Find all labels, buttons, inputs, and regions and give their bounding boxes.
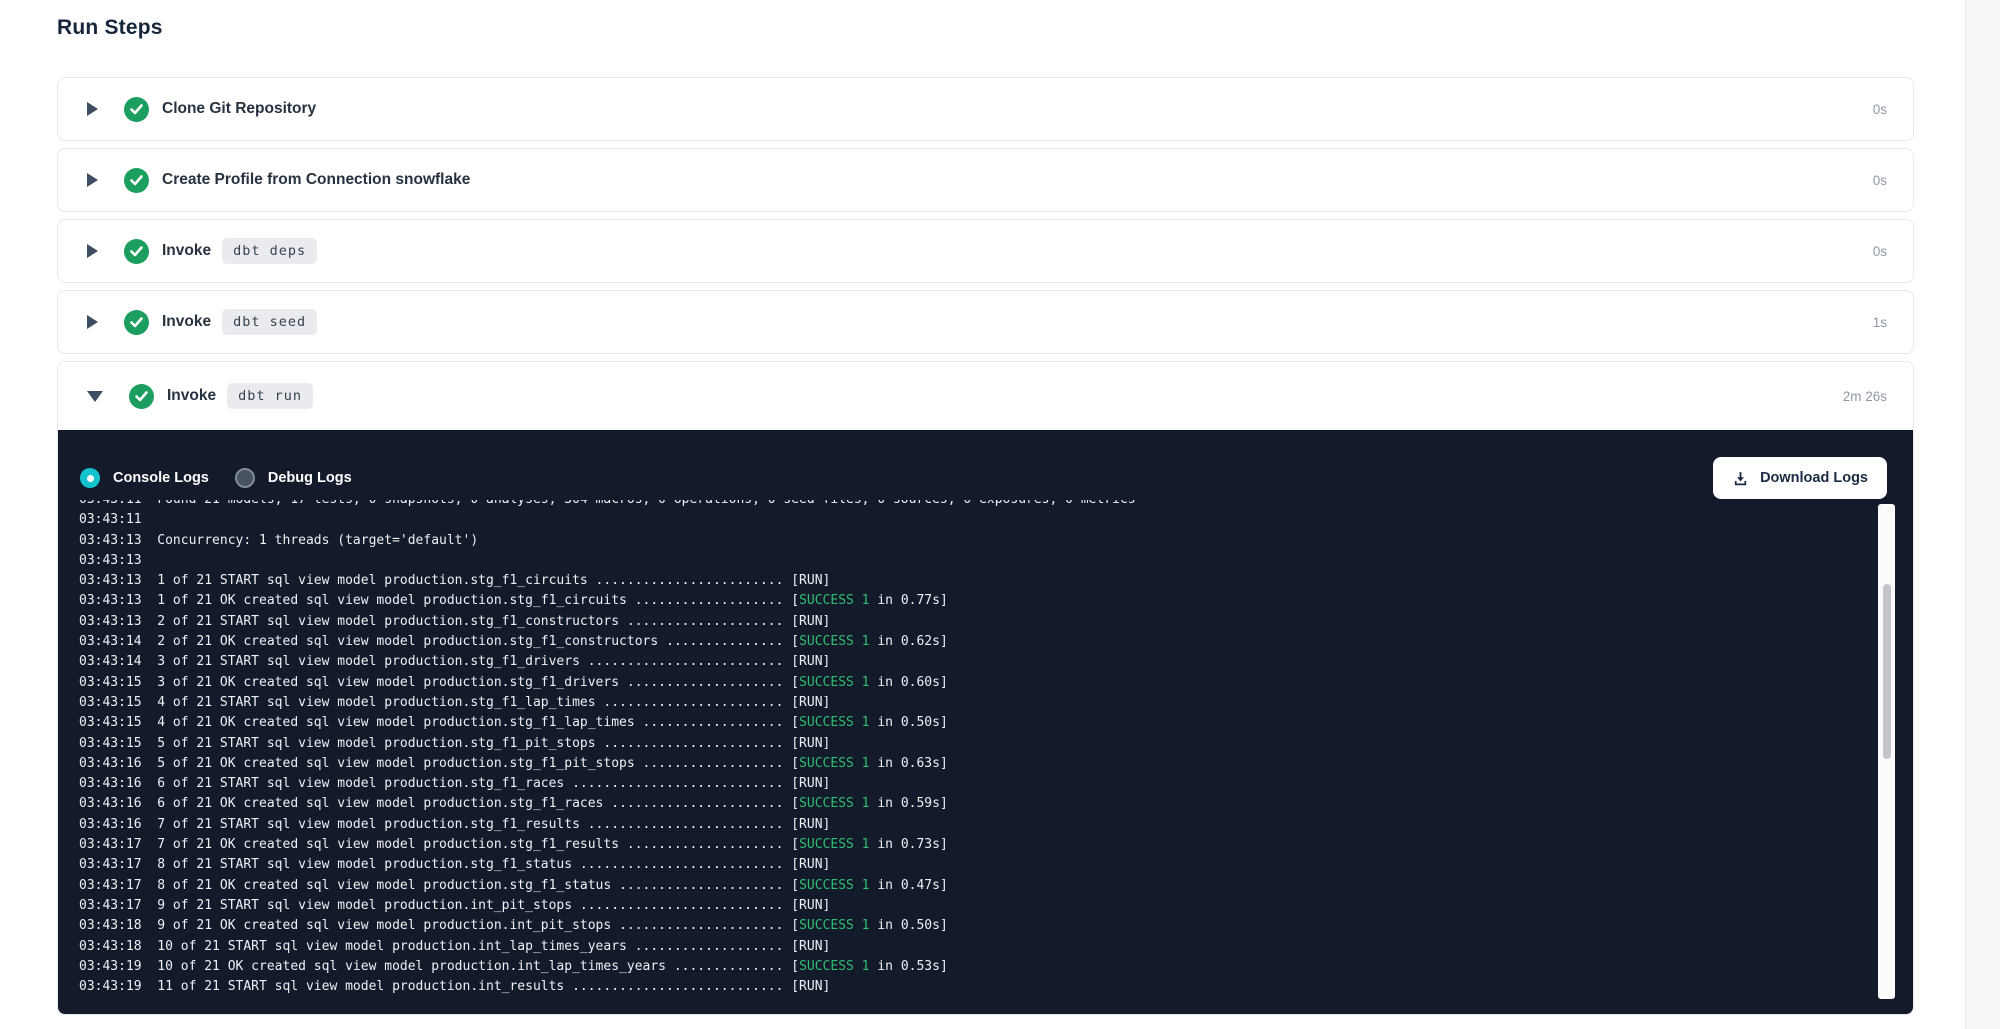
log-line: 03:43:13 1 of 21 START sql view model pr…: [79, 571, 1868, 591]
step-duration: 2m 26s: [1843, 389, 1887, 404]
log-viewport[interactable]: 03:43:11 Found 21 models, 17 tests, 0 sn…: [58, 500, 1868, 1015]
log-line: 03:43:15 4 of 21 START sql view model pr…: [79, 693, 1868, 713]
success-check-icon: [124, 97, 149, 122]
log-line: 03:43:17 8 of 21 OK created sql view mod…: [79, 876, 1868, 896]
radio-selected-icon[interactable]: [80, 468, 100, 488]
console-logs-radio[interactable]: Console Logs: [80, 468, 209, 488]
step-duration: 0s: [1873, 244, 1887, 259]
radio-unselected-icon[interactable]: [235, 468, 255, 488]
page-title: Run Steps: [57, 16, 163, 40]
log-line: 03:43:18 10 of 21 START sql view model p…: [79, 937, 1868, 957]
log-line: 03:43:13 2 of 21 START sql view model pr…: [79, 612, 1868, 632]
log-line: 03:43:15 5 of 21 START sql view model pr…: [79, 734, 1868, 754]
success-check-icon: [124, 239, 149, 264]
collapse-caret-icon[interactable]: [87, 391, 103, 402]
log-line: 03:43:16 5 of 21 OK created sql view mod…: [79, 754, 1868, 774]
console-logs-label: Console Logs: [113, 470, 209, 486]
step-card[interactable]: Invoke dbt deps 0s: [57, 219, 1914, 283]
step-card[interactable]: Create Profile from Connection snowflake…: [57, 148, 1914, 212]
step-card-dbt-run: Invoke dbt run 2m 26s Console Logs Debug…: [57, 361, 1914, 1015]
log-line: 03:43:14 3 of 21 START sql view model pr…: [79, 652, 1868, 672]
download-logs-label: Download Logs: [1760, 470, 1868, 486]
step-duration: 0s: [1873, 173, 1887, 188]
steps-list: Clone Git Repository 0s Create Profile f…: [57, 77, 1914, 1022]
log-panel-header: Console Logs Debug Logs Download Logs: [58, 430, 1913, 500]
log-line: 03:43:17 9 of 21 START sql view model pr…: [79, 896, 1868, 916]
debug-logs-radio[interactable]: Debug Logs: [235, 468, 352, 488]
scrollbar-thumb[interactable]: [1883, 584, 1891, 759]
step-card[interactable]: Invoke dbt seed 1s: [57, 290, 1914, 354]
log-line: 03:43:16 6 of 21 OK created sql view mod…: [79, 794, 1868, 814]
expand-caret-icon[interactable]: [87, 173, 98, 187]
log-line: 03:43:13 Concurrency: 1 threads (target=…: [79, 531, 1868, 551]
success-check-icon: [124, 168, 149, 193]
log-line: 03:43:13 1 of 21 OK created sql view mod…: [79, 591, 1868, 611]
expand-caret-icon[interactable]: [87, 102, 98, 116]
expand-caret-icon[interactable]: [87, 315, 98, 329]
step-title: Create Profile from Connection snowflake: [162, 171, 470, 189]
scrollbar-track[interactable]: [1878, 504, 1895, 999]
right-page-strip: [1965, 0, 2000, 1029]
log-line: 03:43:16 7 of 21 START sql view model pr…: [79, 815, 1868, 835]
success-check-icon: [129, 384, 154, 409]
step-title: Invoke: [162, 313, 211, 331]
step-title: Clone Git Repository: [162, 100, 316, 118]
log-line: 03:43:11 Found 21 models, 17 tests, 0 sn…: [79, 500, 1868, 510]
log-line: 03:43:14 2 of 21 OK created sql view mod…: [79, 632, 1868, 652]
step-command-badge: dbt run: [227, 383, 313, 409]
log-line: 03:43:19 11 of 21 START sql view model p…: [79, 977, 1868, 997]
log-line: 03:43:18 9 of 21 OK created sql view mod…: [79, 916, 1868, 936]
log-line: 03:43:19 10 of 21 OK created sql view mo…: [79, 957, 1868, 977]
download-logs-button[interactable]: Download Logs: [1713, 457, 1887, 499]
step-title: Invoke: [162, 242, 211, 260]
step-card[interactable]: Clone Git Repository 0s: [57, 77, 1914, 141]
step-header[interactable]: Invoke dbt run 2m 26s: [58, 362, 1913, 430]
log-line: 03:43:11: [79, 510, 1868, 530]
step-command-badge: dbt seed: [222, 309, 317, 335]
success-check-icon: [124, 310, 149, 335]
download-icon: [1732, 470, 1749, 487]
log-line: 03:43:15 3 of 21 OK created sql view mod…: [79, 673, 1868, 693]
log-line: 03:43:17 7 of 21 OK created sql view mod…: [79, 835, 1868, 855]
expand-caret-icon[interactable]: [87, 244, 98, 258]
log-line: 03:43:16 6 of 21 START sql view model pr…: [79, 774, 1868, 794]
step-title: Invoke: [167, 387, 216, 405]
log-line: 03:43:17 8 of 21 START sql view model pr…: [79, 855, 1868, 875]
log-lines: 03:43:11 Found 21 models, 17 tests, 0 sn…: [79, 500, 1868, 997]
run-steps-page: Run Steps Clone Git Repository 0s Create…: [0, 0, 2000, 1029]
log-line: 03:43:15 4 of 21 OK created sql view mod…: [79, 713, 1868, 733]
step-command-badge: dbt deps: [222, 238, 317, 264]
step-duration: 0s: [1873, 102, 1887, 117]
log-line: 03:43:13: [79, 551, 1868, 571]
console-log-panel: Console Logs Debug Logs Download Logs 0: [58, 430, 1913, 1015]
step-duration: 1s: [1873, 315, 1887, 330]
debug-logs-label: Debug Logs: [268, 470, 352, 486]
